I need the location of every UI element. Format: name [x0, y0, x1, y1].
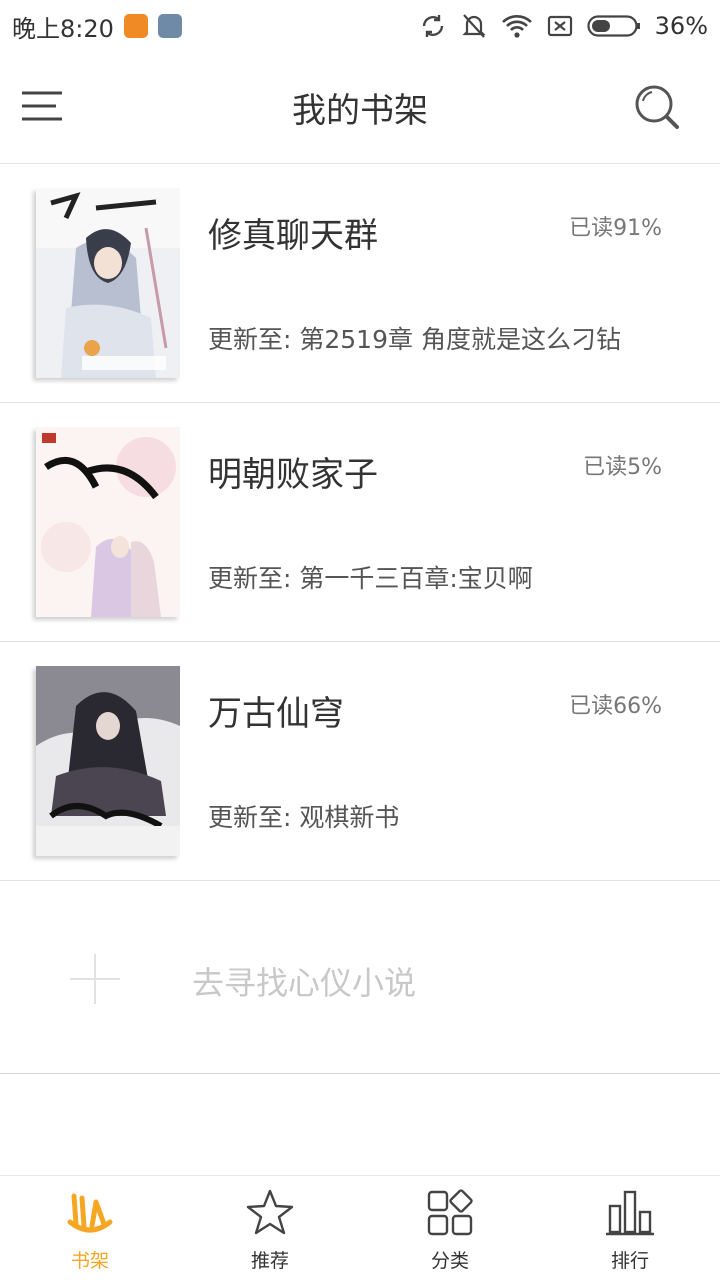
status-icons: 36% [419, 12, 708, 40]
read-progress: 已读5% [583, 455, 662, 480]
tab-recommend[interactable]: 推荐 [180, 1176, 360, 1280]
menu-button[interactable] [22, 90, 64, 122]
tab-label: 分类 [430, 1250, 469, 1272]
book-cover-image [36, 666, 180, 856]
mute-bell-icon [462, 14, 486, 38]
book-cover[interactable] [36, 427, 180, 617]
search-button[interactable] [632, 82, 684, 134]
tab-label: 书架 [70, 1250, 109, 1272]
category-icon [427, 1189, 473, 1236]
uc-browser-notification-icon [123, 14, 148, 38]
read-progress: 已读91% [569, 216, 662, 241]
battery-icon [587, 15, 640, 37]
read-progress: 已读66% [569, 694, 662, 719]
tab-label: 推荐 [250, 1250, 289, 1272]
tab-ranking[interactable]: 排行 [540, 1176, 720, 1280]
update-chapter: 观棋新书 [299, 803, 400, 832]
sync-icon [422, 15, 443, 37]
update-chapter: 第2519章 角度就是这么刁钻 [299, 325, 621, 354]
update-prefix: 更新至: [208, 803, 300, 832]
battery-percentage: 36% [654, 12, 708, 40]
page-title: 我的书架 [292, 91, 428, 131]
bottom-navigation: 书架 推荐 分类 排行 [0, 1175, 720, 1280]
update-prefix: 更新至: [208, 325, 300, 354]
tab-category[interactable]: 分类 [360, 1176, 540, 1280]
document-notification-icon [157, 14, 182, 38]
app-header: 我的书架 [0, 52, 720, 164]
book-title: 修真聊天群 [208, 216, 378, 256]
book-title: 万古仙穹 [208, 694, 344, 734]
status-bar: 晚上8:20 36% [0, 0, 720, 52]
book-cover-image [36, 427, 180, 617]
menu-icon [22, 91, 62, 121]
star-icon [246, 1189, 294, 1235]
latest-update: 更新至: 第一千三百章:宝贝啊 [208, 559, 533, 595]
latest-update: 更新至: 第2519章 角度就是这么刁钻 [208, 320, 621, 356]
no-sim-icon [547, 15, 572, 37]
update-chapter: 第一千三百章:宝贝啊 [299, 564, 533, 593]
bookshelf-list: 修真聊天群 已读91% 更新至: 第2519章 角度就是这么刁钻 明朝败家子 已… [0, 164, 720, 881]
ranking-icon [606, 1190, 654, 1236]
search-icon [635, 85, 679, 129]
tab-bookshelf[interactable]: 书架 [0, 1176, 180, 1280]
latest-update: 更新至: 观棋新书 [208, 798, 399, 834]
book-cover-image [36, 188, 180, 378]
book-cover[interactable] [36, 666, 180, 856]
bookshelf-icon [67, 1193, 113, 1233]
tab-label: 排行 [610, 1250, 649, 1272]
wifi-icon [501, 15, 532, 38]
book-title: 明朝败家子 [208, 455, 378, 495]
book-cover[interactable] [36, 188, 180, 378]
find-novels-label: 去寻找心仪小说 [192, 964, 417, 1002]
status-time: 晚上8:20 [12, 14, 114, 43]
find-novels-button[interactable]: 去寻找心仪小说 [0, 882, 720, 1074]
book-item[interactable]: 修真聊天群 已读91% 更新至: 第2519章 角度就是这么刁钻 [0, 164, 720, 403]
update-prefix: 更新至: [208, 564, 300, 593]
plus-icon [70, 954, 120, 1004]
book-item[interactable]: 明朝败家子 已读5% 更新至: 第一千三百章:宝贝啊 [0, 403, 720, 642]
book-item[interactable]: 万古仙穹 已读66% 更新至: 观棋新书 [0, 642, 720, 881]
